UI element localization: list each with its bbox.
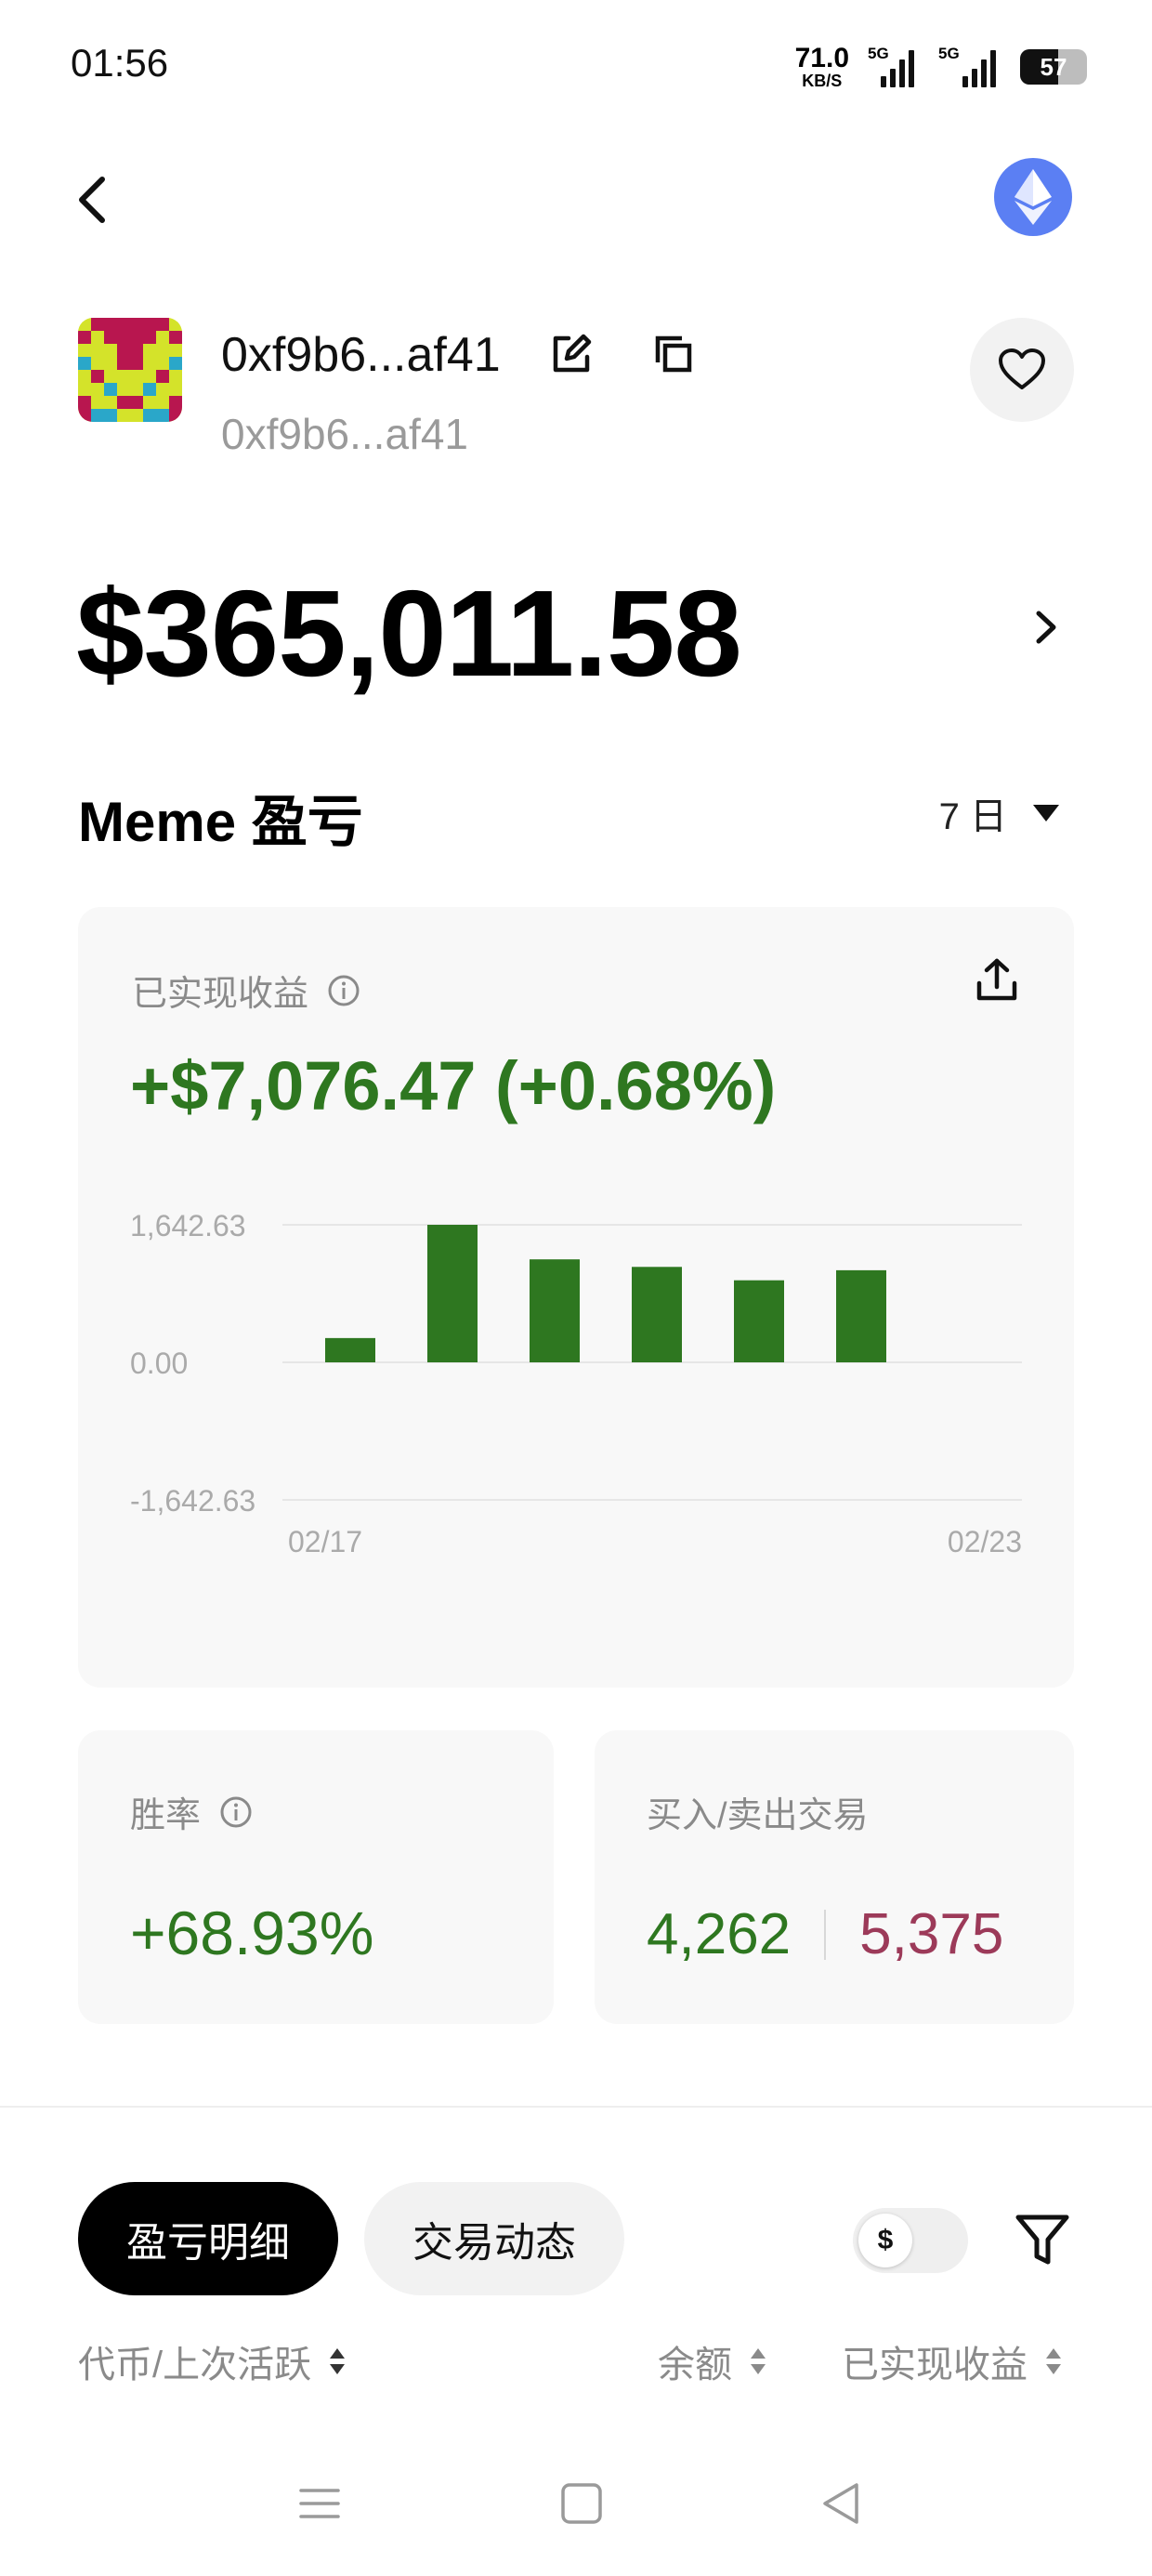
chart-x-tick-label: 02/17 (288, 1525, 362, 1558)
chart-y-tick-label: 0.00 (130, 1347, 188, 1380)
signal-icon-2: 5G (935, 45, 1001, 87)
pnl-label-row: 已实现收益 (132, 965, 360, 1016)
tab-pnl-details[interactable]: 盈亏明细 (78, 2182, 338, 2295)
network-speed-unit: KB/S (802, 72, 843, 90)
tab-trade-activity[interactable]: 交易动态 (364, 2182, 624, 2295)
chevron-left-icon (79, 177, 105, 223)
menu-icon (299, 2489, 340, 2518)
caret-down-icon (1033, 805, 1059, 821)
column-token-label: 代币/上次活跃 (78, 2345, 312, 2385)
signal-label: 5G (868, 45, 889, 62)
info-icon[interactable] (219, 1795, 253, 1829)
home-square-icon (561, 2483, 602, 2524)
period-dropdown[interactable]: 7 日 (939, 786, 1059, 840)
nav-menu-button[interactable] (292, 2476, 347, 2531)
section-title: Meme 盈亏 (78, 791, 363, 853)
nav-back-button[interactable] (814, 2476, 870, 2531)
edit-icon (553, 334, 592, 373)
back-triangle-icon (823, 2483, 858, 2524)
share-icon (976, 958, 1017, 1001)
signal-icon: 5G (868, 45, 916, 87)
win-rate-label-row: 胜率 (130, 1786, 253, 1837)
heart-icon (999, 348, 1045, 389)
filter-icon (1015, 2215, 1069, 2265)
column-balance-label: 余额 (658, 2345, 732, 2385)
trades-label: 买入/卖出交易 (647, 1796, 869, 1835)
sort-icon (1046, 2348, 1061, 2374)
chart-x-tick-label: 02/23 (948, 1525, 1022, 1558)
battery-level: 57 (1040, 53, 1067, 81)
edit-name-button[interactable] (548, 331, 595, 377)
chart-bar[interactable] (427, 1225, 478, 1362)
column-realized[interactable]: 已实现收益 (842, 2334, 1063, 2388)
wallet-avatar (78, 318, 182, 422)
sort-icon (330, 2348, 346, 2374)
chart-bar[interactable] (530, 1259, 580, 1362)
wallet-address: 0xf9b6...af41 (221, 328, 501, 382)
balance-details-button[interactable] (1028, 604, 1065, 651)
copy-address-button[interactable] (650, 331, 697, 377)
pnl-label: 已实现收益 (132, 975, 309, 1014)
wallet-balance: $365,011.58 (76, 565, 742, 702)
chart-bar[interactable] (734, 1280, 784, 1362)
divider (824, 1909, 827, 1960)
pnl-card: 已实现收益 +$7,076.47 (+0.68%) 1,642.63 0.00 -1… (78, 907, 1074, 1688)
chart-bar[interactable] (632, 1267, 682, 1362)
back-button[interactable] (65, 167, 121, 232)
filter-button[interactable] (1013, 2210, 1072, 2269)
dollar-icon: $ (858, 2214, 912, 2267)
column-token[interactable]: 代币/上次活跃 (78, 2334, 347, 2388)
pnl-bar-chart: 1,642.63 0.00 -1,642.63 02/17 02/23 (130, 1209, 1022, 1558)
column-balance[interactable]: 余额 (658, 2334, 767, 2388)
signal-label-2: 5G (938, 45, 960, 62)
sort-icon (751, 2348, 766, 2374)
ethereum-network-button[interactable] (994, 158, 1072, 236)
win-rate-card: 胜率 +68.93% (78, 1730, 554, 2024)
realized-pnl-value: +$7,076.47 (+0.68%) (130, 1047, 777, 1124)
nav-home-button[interactable] (554, 2476, 609, 2531)
win-rate-label: 胜率 (130, 1796, 202, 1835)
trades-counts: 4,262 5,375 (647, 1901, 1003, 1967)
network-speed: 71.0 KB/S (794, 43, 849, 90)
info-icon[interactable] (327, 974, 360, 1007)
status-time: 01:56 (71, 41, 169, 85)
ethereum-icon (1015, 169, 1052, 225)
battery-icon: 57 (1020, 49, 1087, 85)
share-button[interactable] (972, 955, 1022, 1005)
chevron-right-icon (1036, 611, 1056, 644)
chart-y-tick-label: -1,642.63 (130, 1484, 255, 1518)
currency-toggle[interactable]: $ (853, 2208, 968, 2273)
win-rate-value: +68.93% (130, 1899, 374, 1967)
chart-y-tick-label: 1,642.63 (130, 1209, 246, 1242)
chart-bar[interactable] (325, 1337, 375, 1362)
wallet-address-secondary: 0xf9b6...af41 (221, 410, 468, 458)
sell-count: 5,375 (859, 1902, 1004, 1966)
buy-count: 4,262 (647, 1902, 792, 1966)
status-indicators: 71.0 KB/S 5G 5G 57 (795, 45, 1087, 89)
network-speed-value: 71.0 (794, 43, 849, 73)
chart-bar[interactable] (836, 1269, 886, 1362)
trades-card: 买入/卖出交易 4,262 5,375 (595, 1730, 1074, 2024)
column-realized-label: 已实现收益 (842, 2345, 1028, 2385)
status-bar: 01:56 71.0 KB/S 5G 5G 57 (0, 0, 1152, 130)
favorite-button[interactable] (970, 318, 1074, 422)
copy-icon (655, 335, 692, 373)
period-value: 7 日 (938, 796, 1007, 837)
section-divider (0, 2106, 1152, 2108)
